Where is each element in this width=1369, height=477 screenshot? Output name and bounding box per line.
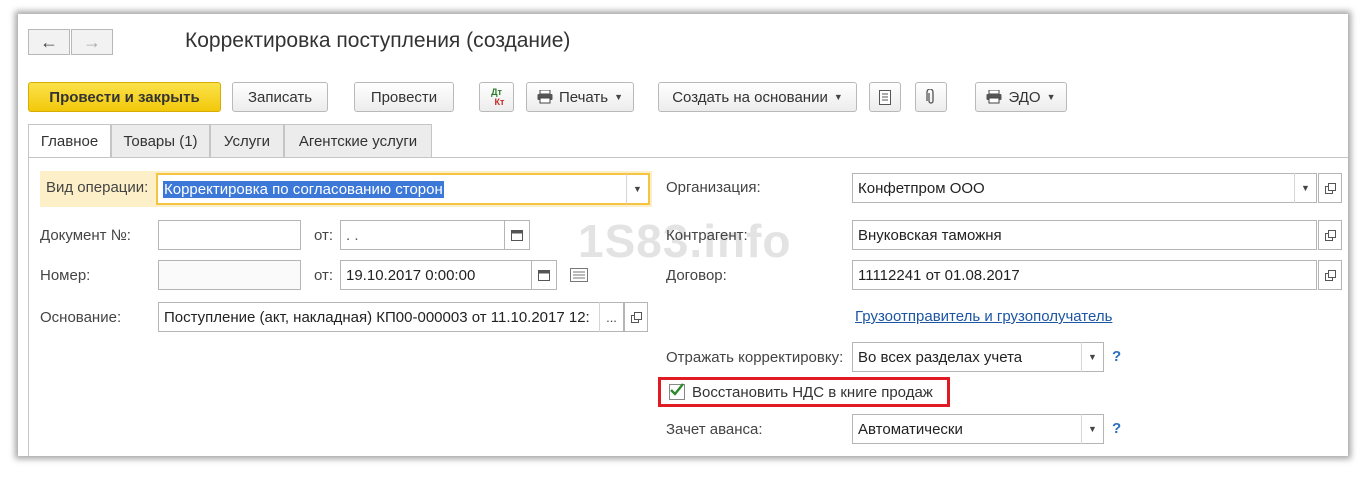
chevron-down-icon: ▼ bbox=[1046, 92, 1056, 102]
document-icon bbox=[879, 89, 891, 105]
page-title: Корректировка поступления (создание) bbox=[185, 29, 571, 52]
restore-vat-checkbox[interactable] bbox=[669, 383, 685, 400]
post-and-close-button[interactable]: Провести и закрыть bbox=[28, 82, 221, 112]
counterparty-input[interactable]: Внуковская таможня bbox=[852, 220, 1317, 250]
tab-services[interactable]: Услуги bbox=[210, 124, 284, 157]
contract-open-button[interactable] bbox=[1318, 260, 1342, 290]
basis-open-button[interactable] bbox=[624, 302, 648, 332]
tab-goods[interactable]: Товары (1) bbox=[111, 124, 210, 157]
ellipsis-icon: ... bbox=[606, 309, 617, 325]
number-input[interactable] bbox=[158, 260, 301, 290]
organization-dropdown-button[interactable]: ▼ bbox=[1294, 173, 1316, 203]
doc-number-input[interactable] bbox=[158, 220, 301, 250]
checkmark-icon bbox=[670, 383, 684, 396]
number-date-calendar-button[interactable] bbox=[531, 260, 557, 290]
chevron-down-icon: ▼ bbox=[833, 92, 843, 102]
tab-agent-services[interactable]: Агентские услуги bbox=[284, 124, 432, 157]
operation-label: Вид операции: bbox=[46, 179, 149, 196]
list-icon[interactable] bbox=[570, 268, 588, 282]
dt-kt-button[interactable]: Дт Кт bbox=[479, 82, 514, 112]
advance-offset-label: Зачет аванса: bbox=[666, 421, 763, 438]
tab-main[interactable]: Главное bbox=[28, 124, 111, 158]
edo-icon bbox=[986, 90, 1002, 104]
print-button[interactable]: Печать ▼ bbox=[526, 82, 634, 112]
open-icon bbox=[630, 311, 642, 323]
advance-offset-select[interactable]: Автоматически bbox=[852, 414, 1104, 444]
doc-date-input[interactable]: . . bbox=[340, 220, 506, 250]
create-based-on-button[interactable]: Создать на основании ▼ bbox=[658, 82, 857, 112]
forward-button[interactable]: → bbox=[71, 29, 113, 55]
chevron-down-icon: ▼ bbox=[1088, 424, 1097, 434]
organization-open-button[interactable] bbox=[1318, 173, 1342, 203]
open-icon bbox=[1324, 269, 1336, 281]
reflect-dropdown-button[interactable]: ▼ bbox=[1081, 342, 1103, 372]
post-button[interactable]: Провести bbox=[354, 82, 454, 112]
doc-date-calendar-button[interactable] bbox=[504, 220, 530, 250]
chevron-down-icon: ▼ bbox=[1088, 352, 1097, 362]
number-date-input[interactable]: 19.10.2017 0:00:00 bbox=[340, 260, 532, 290]
chevron-down-icon: ▼ bbox=[614, 92, 624, 102]
basis-label: Основание: bbox=[40, 309, 122, 326]
reflect-correction-label: Отражать корректировку: bbox=[666, 349, 844, 366]
calendar-icon bbox=[538, 270, 550, 281]
edo-button[interactable]: ЭДО ▼ bbox=[975, 82, 1067, 112]
arrow-right-icon: → bbox=[83, 31, 101, 52]
dt-kt-icon: Дт bbox=[491, 87, 502, 97]
report-button[interactable] bbox=[869, 82, 901, 112]
advance-help-icon[interactable]: ? bbox=[1112, 420, 1121, 437]
advance-dropdown-button[interactable]: ▼ bbox=[1081, 414, 1103, 444]
operation-value: Корректировка по согласованию сторон bbox=[163, 180, 444, 198]
open-icon bbox=[1324, 229, 1336, 241]
basis-select-button[interactable]: ... bbox=[599, 302, 623, 332]
chevron-down-icon: ▼ bbox=[1301, 183, 1310, 193]
shipper-consignee-link[interactable]: Грузоотправитель и грузополучатель bbox=[855, 308, 1112, 325]
contract-input[interactable]: 11112241 от 01.08.2017 bbox=[852, 260, 1317, 290]
back-button[interactable]: ← bbox=[28, 29, 70, 55]
doc-date-from-label: от: bbox=[314, 227, 334, 244]
document-window: ← → Корректировка поступления (создание)… bbox=[18, 14, 1348, 456]
edo-label: ЭДО bbox=[1008, 88, 1041, 106]
organization-label: Организация: bbox=[666, 179, 761, 196]
paperclip-icon bbox=[926, 89, 934, 104]
chevron-down-icon: ▼ bbox=[633, 184, 642, 194]
operation-dropdown-button[interactable]: ▼ bbox=[626, 174, 648, 204]
reflect-help-icon[interactable]: ? bbox=[1112, 348, 1121, 365]
number-date-from-label: от: bbox=[314, 267, 334, 284]
operation-select[interactable]: Корректировка по согласованию сторон bbox=[156, 173, 650, 205]
printer-icon bbox=[537, 90, 553, 104]
reflect-correction-select[interactable]: Во всех разделах учета bbox=[852, 342, 1104, 372]
create-based-label: Создать на основании bbox=[672, 88, 828, 106]
organization-select[interactable]: Конфетпром ООО bbox=[852, 173, 1317, 203]
save-button[interactable]: Записать bbox=[232, 82, 328, 112]
counterparty-open-button[interactable] bbox=[1318, 220, 1342, 250]
restore-vat-label[interactable]: Восстановить НДС в книге продаж bbox=[692, 384, 933, 401]
attach-button[interactable] bbox=[915, 82, 947, 112]
doc-number-label: Документ №: bbox=[40, 227, 131, 244]
counterparty-label: Контрагент: bbox=[666, 227, 748, 244]
number-label: Номер: bbox=[40, 267, 91, 284]
arrow-left-icon: ← bbox=[40, 31, 58, 52]
contract-label: Договор: bbox=[666, 267, 727, 284]
open-icon bbox=[1324, 182, 1336, 194]
print-label: Печать bbox=[558, 88, 609, 106]
calendar-icon bbox=[511, 230, 523, 241]
basis-input[interactable]: Поступление (акт, накладная) КП00-000003… bbox=[158, 302, 624, 332]
